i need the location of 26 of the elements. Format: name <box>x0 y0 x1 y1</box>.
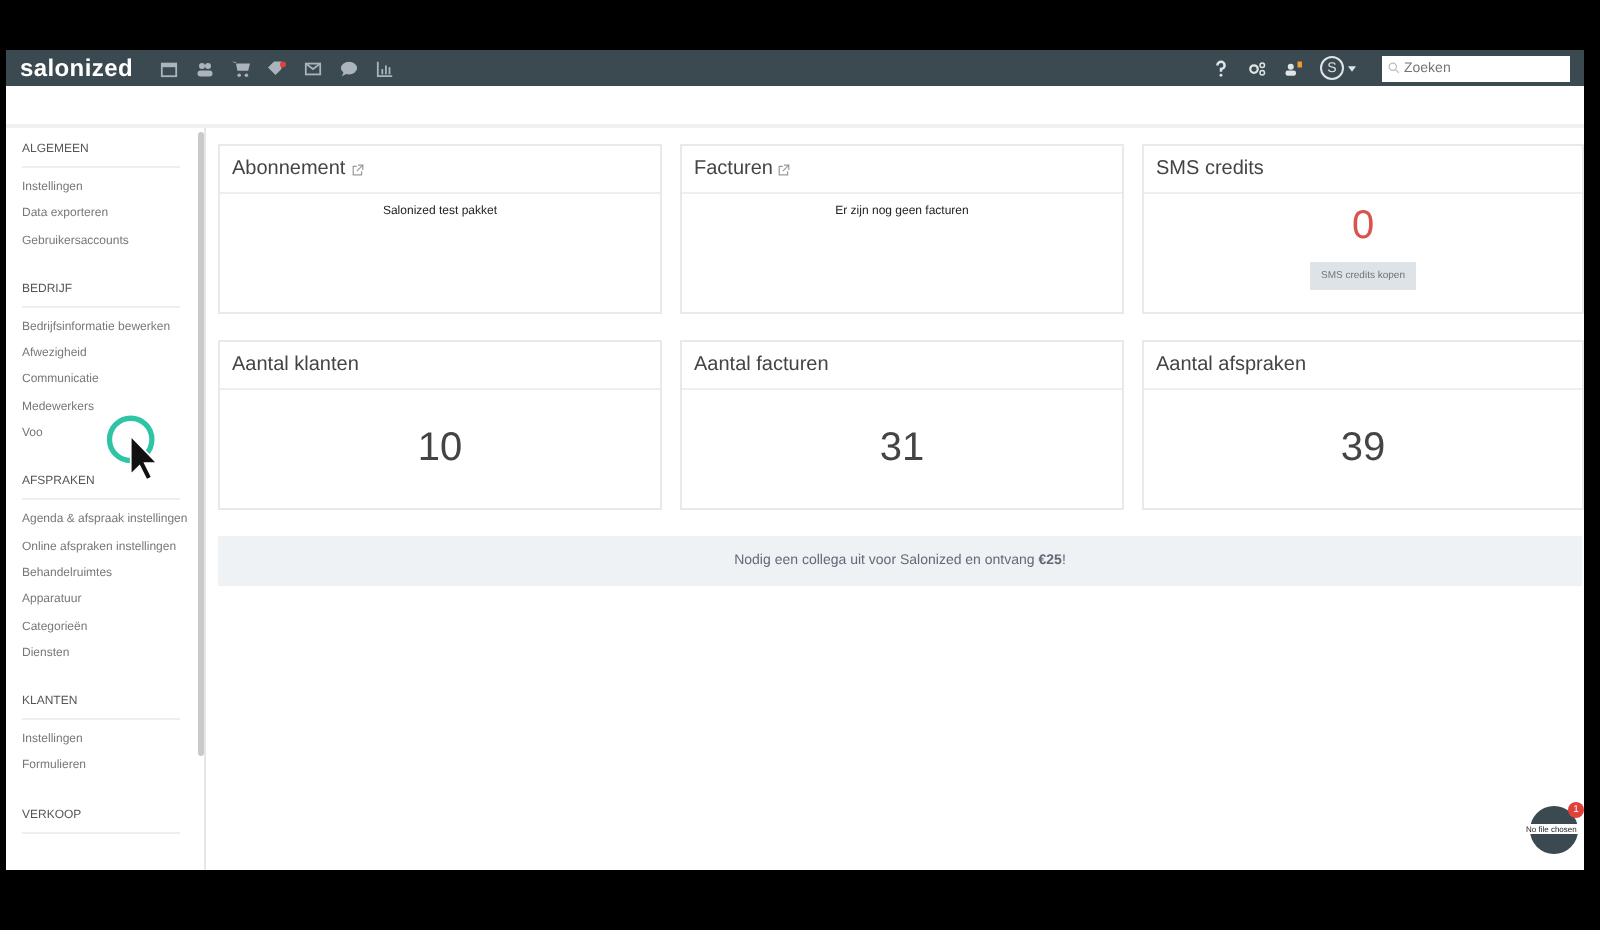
bar-chart-icon[interactable] <box>376 59 395 77</box>
card-title: Aantal klanten <box>232 354 359 376</box>
count-value: 10 <box>417 426 463 472</box>
chat-icon[interactable] <box>340 59 359 77</box>
count-value: 31 <box>879 426 925 472</box>
credit-count: 0 <box>1351 204 1375 250</box>
help-icon[interactable] <box>1212 59 1230 77</box>
scrollbar[interactable] <box>198 132 204 756</box>
card-title: Aantal facturen <box>694 354 829 376</box>
external-link-icon[interactable] <box>351 163 364 175</box>
tag-icon[interactable] <box>268 59 287 77</box>
logo[interactable]: salonized <box>20 54 133 82</box>
card-title: Abonnement <box>232 158 346 180</box>
card-title: Facturen <box>694 158 773 180</box>
search-icon <box>1388 62 1400 74</box>
count-value: 39 <box>1340 426 1386 472</box>
caret-icon[interactable] <box>1348 65 1356 71</box>
mail-icon[interactable] <box>304 59 323 77</box>
card-title: Aantal afspraken <box>1156 354 1307 376</box>
card-title: SMS credits <box>1156 158 1264 180</box>
user-icon[interactable] <box>1284 59 1302 77</box>
calendar-icon[interactable] <box>160 59 179 77</box>
people-icon[interactable] <box>196 59 215 77</box>
cart-icon[interactable] <box>232 59 251 77</box>
external-link-icon[interactable] <box>778 163 791 175</box>
gears-icon[interactable] <box>1248 59 1266 77</box>
